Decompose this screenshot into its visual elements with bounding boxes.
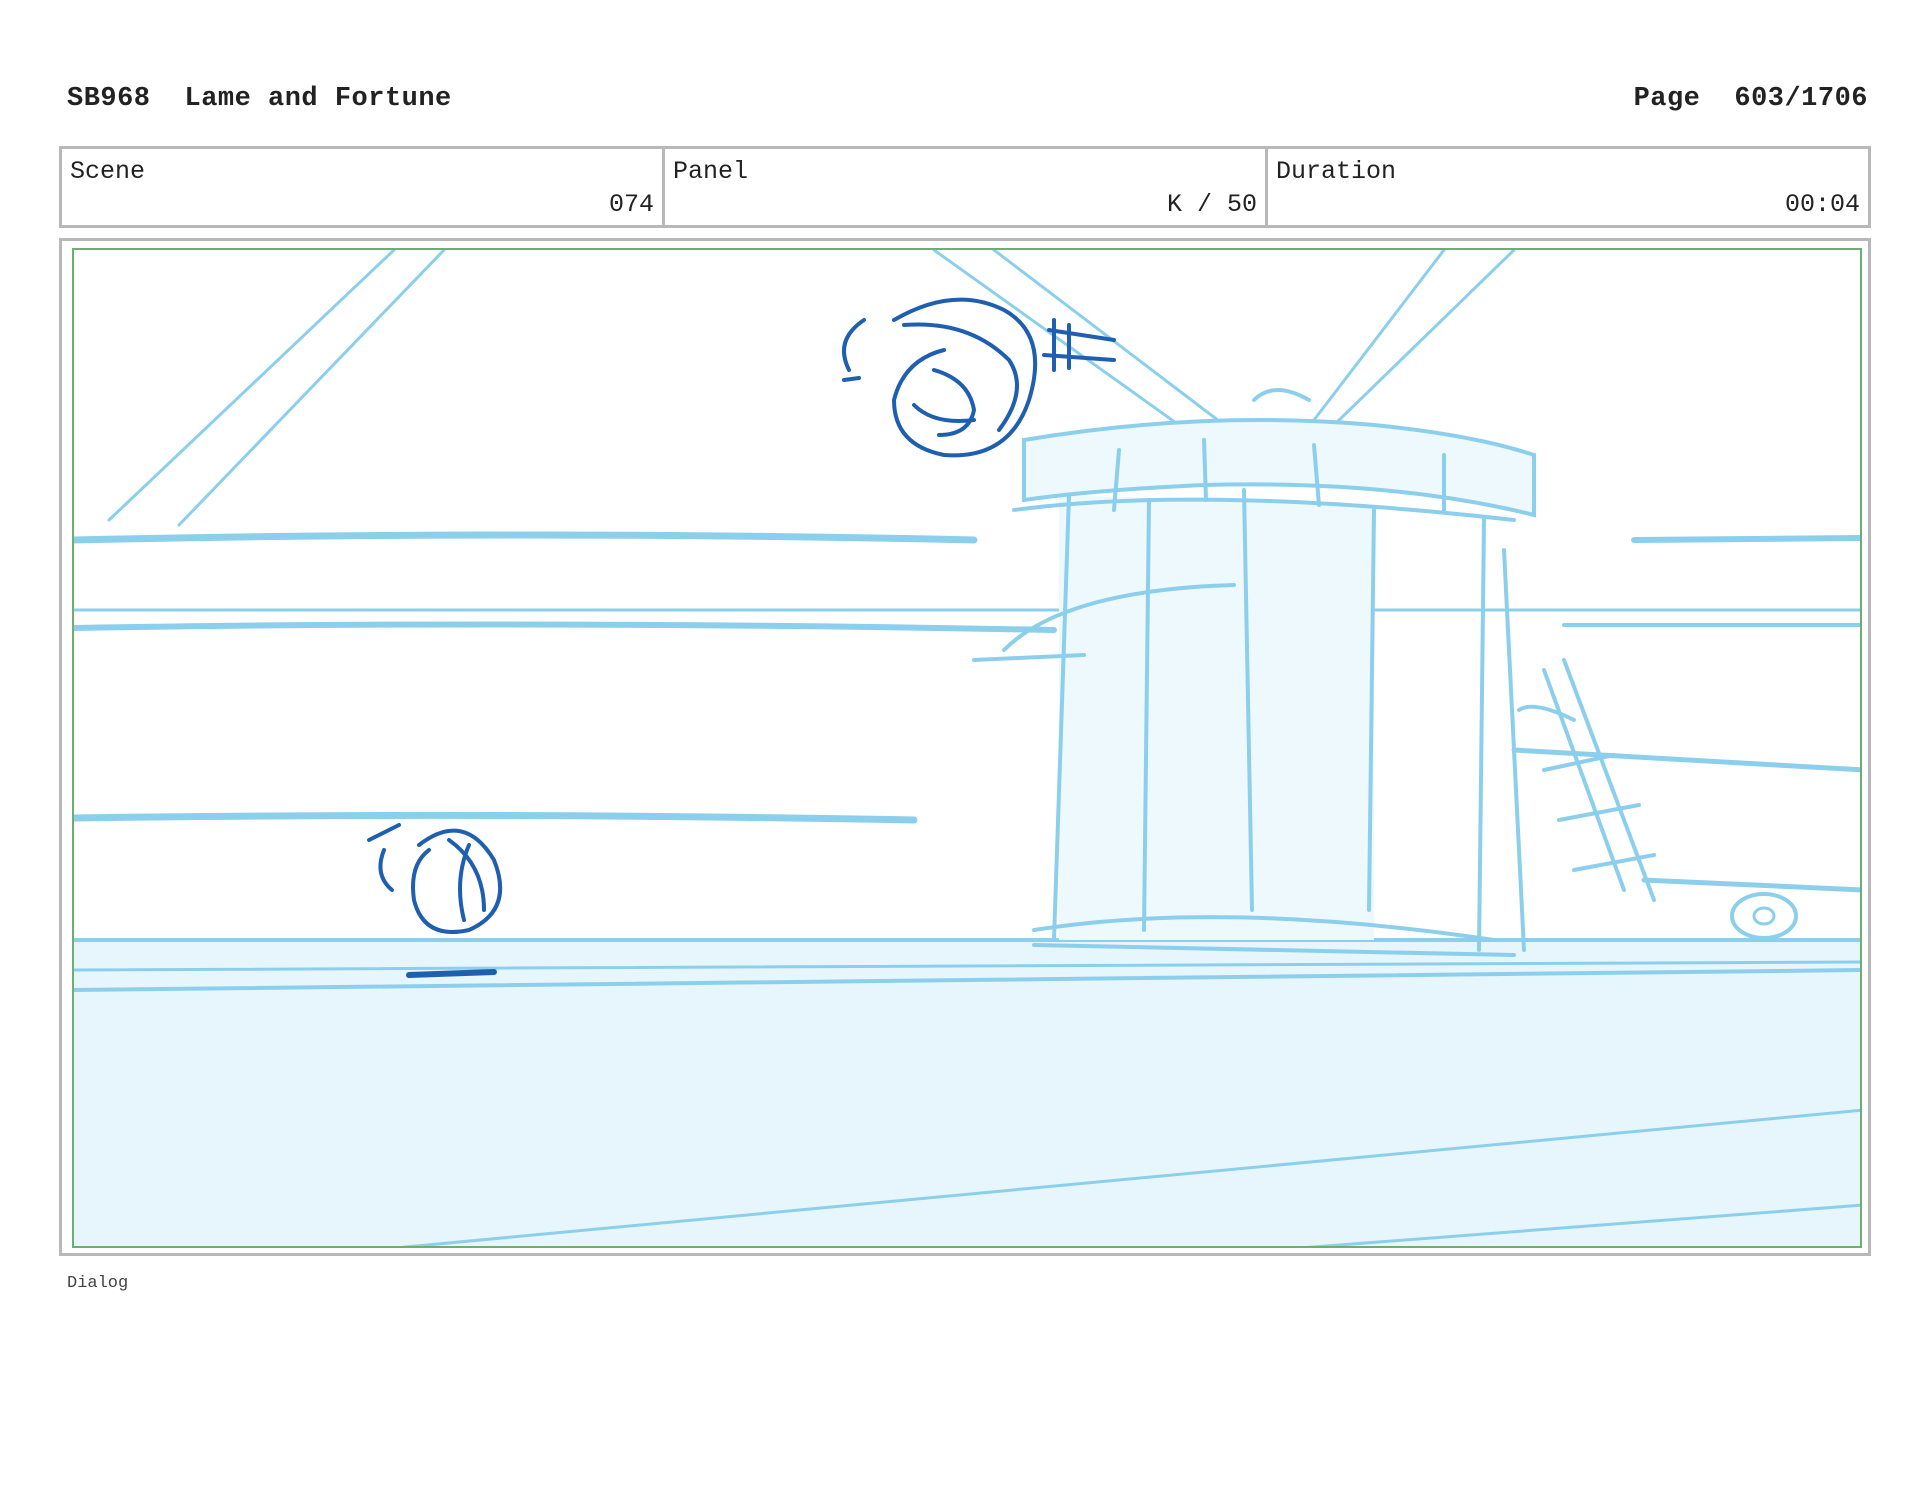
page-indicator: Page 603/1706 [1634,84,1868,114]
panel-label: Panel [673,157,749,186]
dialog-label: Dialog [67,1274,129,1293]
panel-info-bar: Scene 074 Panel K / 50 Duration 00:04 [59,146,1871,228]
wall-lines [74,531,1860,893]
scene-label: Scene [70,157,146,186]
storyboard-header-left: SB968 Lame and Fortune [67,84,452,114]
storyboard-id: SB968 [67,84,151,114]
page-label: Page [1633,84,1701,114]
scene-value: 074 [608,190,654,219]
episode-title: Lame and Fortune [184,84,452,114]
page-number: 603/1706 [1734,84,1868,114]
storyboard-drawing [72,248,1862,1248]
duration-label: Duration [1276,157,1397,186]
tower-sketch [972,388,1798,957]
panel-value: K / 50 [1166,190,1257,219]
sketch-artwork [74,250,1860,1246]
panel-cell: Panel K / 50 [665,149,1268,225]
scene-cell: Scene 074 [62,149,665,225]
duration-value: 00:04 [1784,190,1860,219]
duration-cell: Duration 00:04 [1268,149,1868,225]
